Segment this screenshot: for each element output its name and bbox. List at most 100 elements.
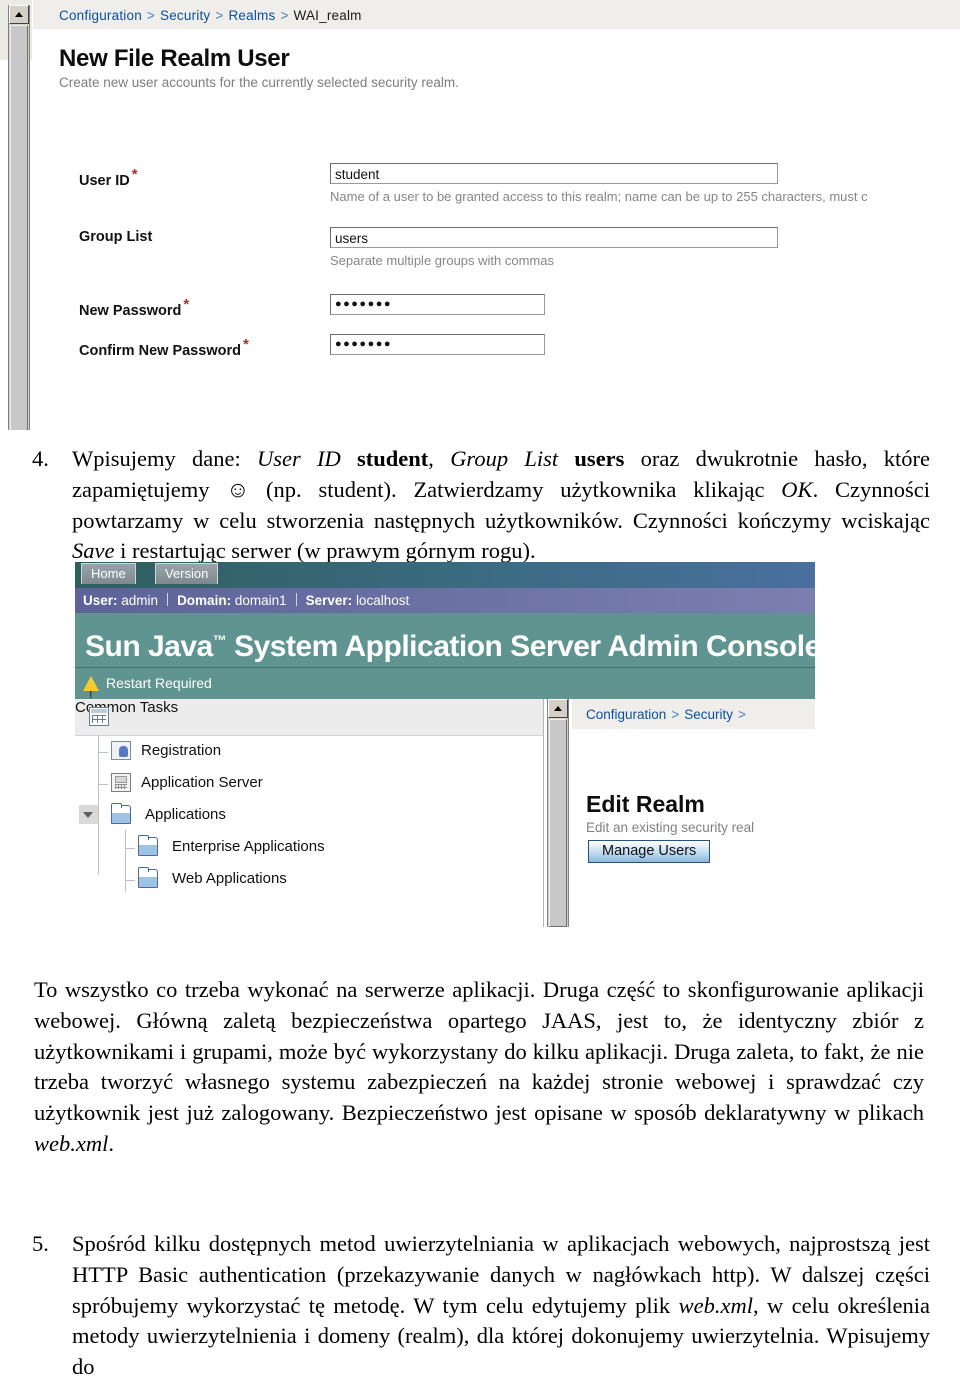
paragraph-summary: To wszystko co trzeba wykonać na serwerz…: [34, 975, 924, 1160]
tree-item-registration[interactable]: Registration: [75, 736, 543, 768]
group-list-input[interactable]: users: [330, 227, 778, 248]
em-save: Save: [72, 538, 115, 564]
restart-required-label: Restart Required: [106, 675, 212, 691]
t-d: i restartując serwer (w prawym górnym ro…: [114, 538, 536, 564]
domain-label: Domain:: [177, 593, 232, 608]
user-id-input[interactable]: student: [330, 163, 778, 184]
em-web-xml: web.xml: [678, 1292, 753, 1318]
tree-item-label: Enterprise Applications: [172, 838, 325, 855]
registration-icon: [111, 741, 131, 760]
bold-student: student: [357, 446, 429, 471]
em-web-xml: web.xml: [34, 1131, 109, 1157]
required-marker: *: [131, 166, 138, 183]
tree-item-application-server[interactable]: Application Server: [75, 768, 543, 800]
tree-guide-line: [98, 784, 108, 785]
tab-version[interactable]: Version: [155, 563, 219, 584]
tree-item-web-applications[interactable]: Web Applications: [75, 864, 543, 896]
breadcrumb: Configuration > Security > Realms > WAI_realm: [33, 0, 960, 29]
scroll-up-arrow-icon[interactable]: [548, 699, 568, 718]
console-content-pane: Configuration > Security > Edit Realm Edit …: [572, 699, 815, 927]
tree-header-common-tasks[interactable]: Common Tasks: [75, 699, 543, 736]
folder-icon: [111, 803, 131, 824]
breadcrumb-separator: >: [737, 707, 746, 722]
tree-item-label: Applications: [145, 806, 226, 823]
t-a: Wpisujemy dane:: [72, 446, 257, 471]
grid-icon: [89, 707, 109, 726]
console-tab-bar: Home Version: [75, 562, 815, 588]
em-user-id: User ID: [256, 446, 341, 471]
edit-realm-subtitle: Edit an existing security real: [586, 820, 755, 835]
confirm-new-password-input[interactable]: ●●●●●●●: [330, 334, 545, 355]
label-confirm-new-password: Confirm New Password *: [79, 336, 249, 359]
domain-value: domain1: [234, 593, 287, 608]
admin-page-content: Configuration > Security > Realms > WAI_realm …: [33, 0, 960, 430]
list-item-number: 4.: [32, 446, 49, 471]
user-value: admin: [121, 593, 159, 608]
em-group-list: Group List: [450, 446, 559, 471]
tree-item-applications[interactable]: Applications: [75, 800, 543, 832]
server-value: localhost: [355, 593, 410, 608]
breadcrumb-separator: >: [146, 8, 155, 23]
para-text-2: .: [108, 1131, 114, 1157]
screenshot-new-file-realm-user: Configuration > Security > Realms > WAI_realm …: [0, 0, 960, 430]
new-password-input[interactable]: ●●●●●●●: [330, 294, 545, 315]
breadcrumb-item-security[interactable]: Security: [684, 707, 733, 722]
identity-bar: User: admin Domain: domain1 Server: localh…: [75, 588, 815, 613]
page-vertical-scrollbar[interactable]: [8, 5, 30, 430]
list-item-5-text: Spośród kilku dostępnych metod uwierzyte…: [72, 1229, 930, 1383]
product-brand-title: Sun Java™ System Application Server Admi…: [75, 613, 815, 668]
page-subtitle: Create new user accounts for the current…: [59, 75, 459, 90]
content-breadcrumb: Configuration > Security >: [572, 699, 815, 729]
tree-guide-line: [125, 848, 135, 849]
breadcrumb-item-realms[interactable]: Realms: [228, 8, 275, 23]
edit-realm-title: Edit Realm: [586, 791, 705, 817]
scrollbar-thumb[interactable]: [10, 25, 28, 430]
user-label: User:: [83, 593, 118, 608]
em-ok: OK: [781, 476, 813, 502]
page-title: New File Realm User: [59, 45, 290, 72]
tree-guide-line: [98, 752, 108, 753]
label-new-password: New Password *: [79, 296, 190, 319]
tree-item-label: Registration: [141, 742, 222, 759]
breadcrumb-separator: >: [215, 8, 224, 23]
label-user-id: User ID *: [79, 166, 138, 189]
tree-guide-line: [125, 880, 135, 881]
tree-vertical-scrollbar[interactable]: [547, 699, 569, 927]
bold-users: users: [574, 446, 625, 471]
label-group-list: Group List: [79, 229, 153, 245]
breadcrumb-item-configuration[interactable]: Configuration: [586, 707, 666, 722]
server-label: Server:: [305, 593, 353, 608]
list-item-4: 4. Wpisujemy dane: User ID student, Grou…: [0, 444, 960, 567]
tab-home[interactable]: Home: [81, 563, 136, 584]
folder-icon: [138, 835, 158, 856]
list-item-number: 5.: [32, 1231, 49, 1256]
t-comma: ,: [428, 446, 451, 471]
para-text-1: To wszystko co trzeba wykonać na serwerz…: [34, 977, 924, 1126]
server-icon: [111, 773, 131, 792]
brand-text-b: System Application Server Admin Console: [226, 630, 815, 663]
breadcrumb-separator: >: [671, 707, 680, 722]
tree-item-enterprise-applications[interactable]: Enterprise Applications: [75, 832, 543, 864]
chevron-down-icon[interactable]: [79, 805, 98, 824]
brand-text-a: Sun Java: [85, 630, 213, 663]
scroll-up-arrow-icon[interactable]: [9, 5, 29, 24]
manage-users-button[interactable]: Manage Users: [588, 840, 711, 863]
required-marker: *: [183, 296, 190, 313]
restart-required-banner: Restart Required: [75, 668, 815, 711]
navigation-tree: Common Tasks Registration Application Se…: [75, 699, 544, 927]
breadcrumb-item-configuration[interactable]: Configuration: [59, 8, 142, 23]
breadcrumb-item-wai-realm: WAI_realm: [293, 8, 362, 23]
tree-item-label: Web Applications: [172, 870, 287, 887]
screenshot-admin-console: Home Version User: admin Domain: domain1 S…: [75, 562, 815, 927]
warning-icon: [83, 676, 99, 711]
user-id-help-text: Name of a user to be granted access to t…: [330, 189, 868, 204]
group-list-help-text: Separate multiple groups with commas: [330, 253, 554, 268]
console-body: Common Tasks Registration Application Se…: [75, 699, 815, 927]
folder-icon: [138, 867, 158, 888]
list-item-5: 5. Spośród kilku dostępnych metod uwierz…: [0, 1229, 960, 1383]
breadcrumb-item-security[interactable]: Security: [160, 8, 210, 23]
list-item-4-text: Wpisujemy dane: User ID student, Group L…: [72, 444, 930, 567]
divider: [167, 593, 169, 606]
scrollbar-thumb[interactable]: [549, 719, 567, 927]
trademark-icon: ™: [212, 632, 227, 648]
